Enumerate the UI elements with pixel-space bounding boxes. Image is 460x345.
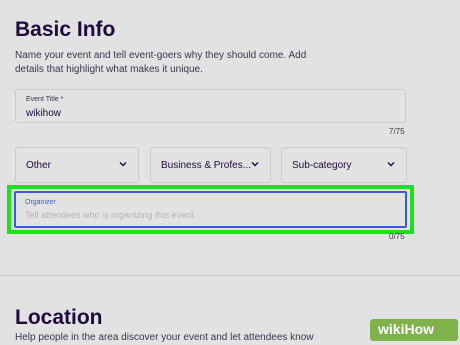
wikihow-watermark: wikiHow xyxy=(370,319,458,341)
organizer-input[interactable] xyxy=(25,210,385,220)
location-description: Help people in the area discover your ev… xyxy=(15,332,314,343)
organizer-counter: 0/75 xyxy=(389,232,405,241)
subcategory-select[interactable]: Sub-category xyxy=(281,147,407,183)
chevron-down-icon xyxy=(386,159,398,171)
event-title-counter: 7/75 xyxy=(389,127,405,136)
event-title-field[interactable]: Event Title * wikihow xyxy=(15,89,406,123)
chevron-down-icon xyxy=(250,159,262,171)
basic-info-description: Name your event and tell event-goers why… xyxy=(15,50,307,75)
event-title-value[interactable]: wikihow xyxy=(26,108,61,119)
subcategory-select-value: Sub-category xyxy=(292,160,352,171)
type-select[interactable]: Other xyxy=(15,147,139,183)
chevron-down-icon xyxy=(118,159,130,171)
organizer-field[interactable]: Organizer xyxy=(14,191,407,228)
basic-info-heading: Basic Info xyxy=(15,18,116,41)
event-title-label: Event Title * xyxy=(26,96,64,103)
category-select-value: Business & Profes... xyxy=(161,160,252,171)
type-select-value: Other xyxy=(26,160,52,171)
section-divider xyxy=(0,275,460,276)
organizer-label: Organizer xyxy=(25,199,56,206)
location-heading: Location xyxy=(15,306,103,329)
watermark-text: wikiHow xyxy=(378,321,435,337)
category-select[interactable]: Business & Profes... xyxy=(150,147,271,183)
